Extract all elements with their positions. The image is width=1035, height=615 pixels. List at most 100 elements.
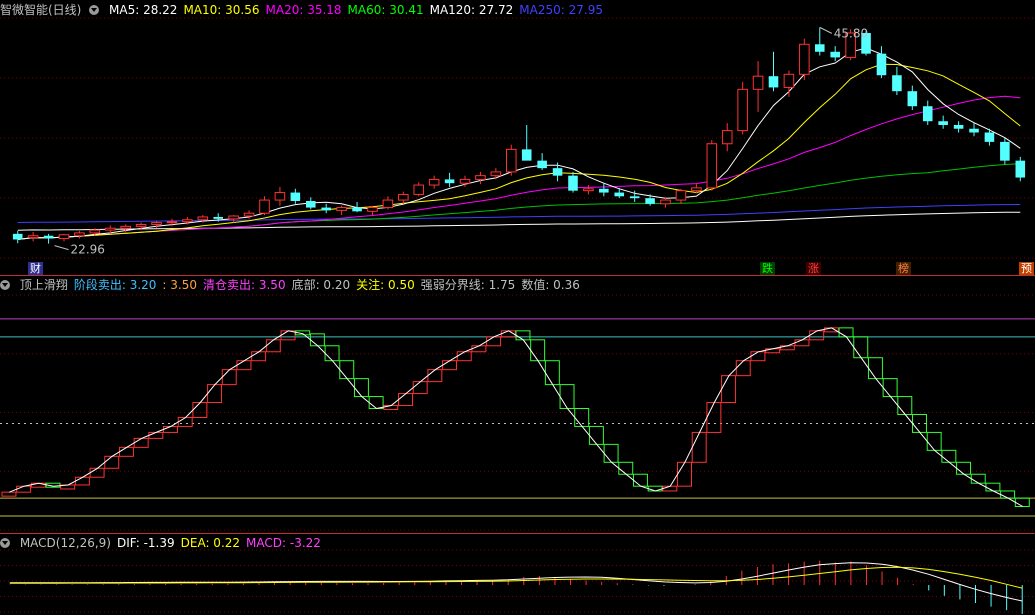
indicator-box [544, 360, 560, 386]
candle-body [706, 143, 718, 189]
candle-body [830, 51, 840, 58]
indicator-box [985, 482, 1001, 492]
candle-body [938, 121, 948, 125]
candle-body [876, 53, 887, 76]
indicator-box [148, 431, 164, 439]
indicator-box [192, 402, 208, 418]
high-marker [819, 26, 832, 34]
candle-body [274, 192, 286, 201]
indicator-box [471, 345, 487, 353]
indicator-box [970, 473, 986, 484]
candle-body [922, 106, 933, 122]
candle-body [290, 192, 301, 201]
candle-body [151, 222, 162, 225]
candle-body [120, 225, 131, 229]
candle-body [475, 175, 486, 180]
indicator-box [89, 467, 105, 478]
indicator-box [398, 393, 413, 407]
indicator-box [442, 360, 458, 371]
indicator-box [926, 431, 942, 451]
candle-body [398, 193, 409, 201]
candle-body [182, 219, 193, 223]
indicator-box [809, 330, 825, 341]
indicator-box [104, 455, 120, 469]
indicator-box [309, 333, 325, 347]
indicator-box [853, 336, 869, 359]
indicator-box [867, 357, 883, 380]
indicator-box [207, 384, 223, 404]
candle-body [104, 227, 116, 231]
indicator-box [706, 402, 722, 433]
candle-body [135, 223, 147, 227]
indicator-box [838, 327, 854, 338]
indicator-box [735, 360, 751, 377]
event-tag-finance[interactable]: 财 [28, 262, 43, 275]
indicator-box [16, 485, 32, 493]
candle-body [459, 178, 471, 184]
indicator-box [236, 360, 252, 371]
indicator-box [118, 446, 134, 457]
indicator-box [412, 381, 428, 395]
event-tag-forecast[interactable]: 预 [1019, 262, 1034, 275]
low-price-label: 22.96 [71, 243, 105, 257]
indicator-box [486, 336, 502, 347]
candle-body [892, 75, 902, 92]
indicator-box [632, 473, 648, 487]
candle-body [197, 216, 209, 221]
ma-line-10 [17, 63, 1021, 240]
candle-body [1000, 141, 1010, 161]
candle-body [1015, 160, 1026, 178]
indicator-box [618, 461, 634, 475]
candle-body [321, 207, 331, 211]
indicator-box [339, 360, 355, 380]
candle-body [89, 229, 101, 234]
indicator-box [74, 476, 90, 486]
candle-body [768, 76, 779, 88]
indicator-box [691, 431, 707, 463]
candle-body [984, 132, 995, 142]
event-tag-fall[interactable]: 跌 [760, 262, 775, 275]
candle-body [721, 130, 733, 145]
candle-body [413, 184, 425, 195]
candle-body [243, 212, 255, 217]
candle-body [660, 199, 671, 205]
indicator-box [163, 425, 178, 433]
ma-line-20 [17, 95, 1021, 240]
candle-body [953, 124, 964, 129]
indicator-box [882, 378, 898, 398]
indicator-box [133, 437, 149, 448]
candle-body [444, 179, 455, 184]
candle-body [27, 235, 39, 239]
candle-body [213, 216, 224, 219]
candle-body [568, 175, 578, 191]
candle-body [599, 188, 609, 193]
indicator-box [368, 396, 384, 410]
candle-body [74, 232, 85, 237]
indicator-box [603, 443, 619, 463]
stock-chart[interactable]: 45.80 22.96 [0, 0, 1035, 615]
dea-line [9, 566, 1023, 589]
candle-body [737, 88, 748, 132]
candle-body [305, 201, 316, 208]
candle-body [752, 75, 764, 90]
indicator-box [265, 339, 281, 353]
event-tag-list[interactable]: 榜 [896, 262, 911, 275]
candle-body [552, 168, 563, 176]
candle-body [907, 91, 918, 107]
candle-body [614, 192, 625, 197]
candle-body [583, 188, 594, 192]
indicator-box [721, 375, 737, 404]
indicator-box [677, 461, 692, 487]
event-tag-rise[interactable]: 涨 [806, 262, 821, 275]
indicator-box [956, 461, 972, 475]
candle-body [799, 43, 810, 75]
candle-body [691, 187, 702, 192]
ma-line-60 [17, 163, 1021, 240]
ma-line-5 [17, 47, 1021, 240]
indicator-box [1, 491, 17, 497]
indicator-box [530, 339, 546, 362]
indicator-box [588, 425, 604, 445]
candle-body [428, 178, 440, 186]
indicator-box [941, 449, 957, 463]
low-marker [54, 245, 69, 251]
